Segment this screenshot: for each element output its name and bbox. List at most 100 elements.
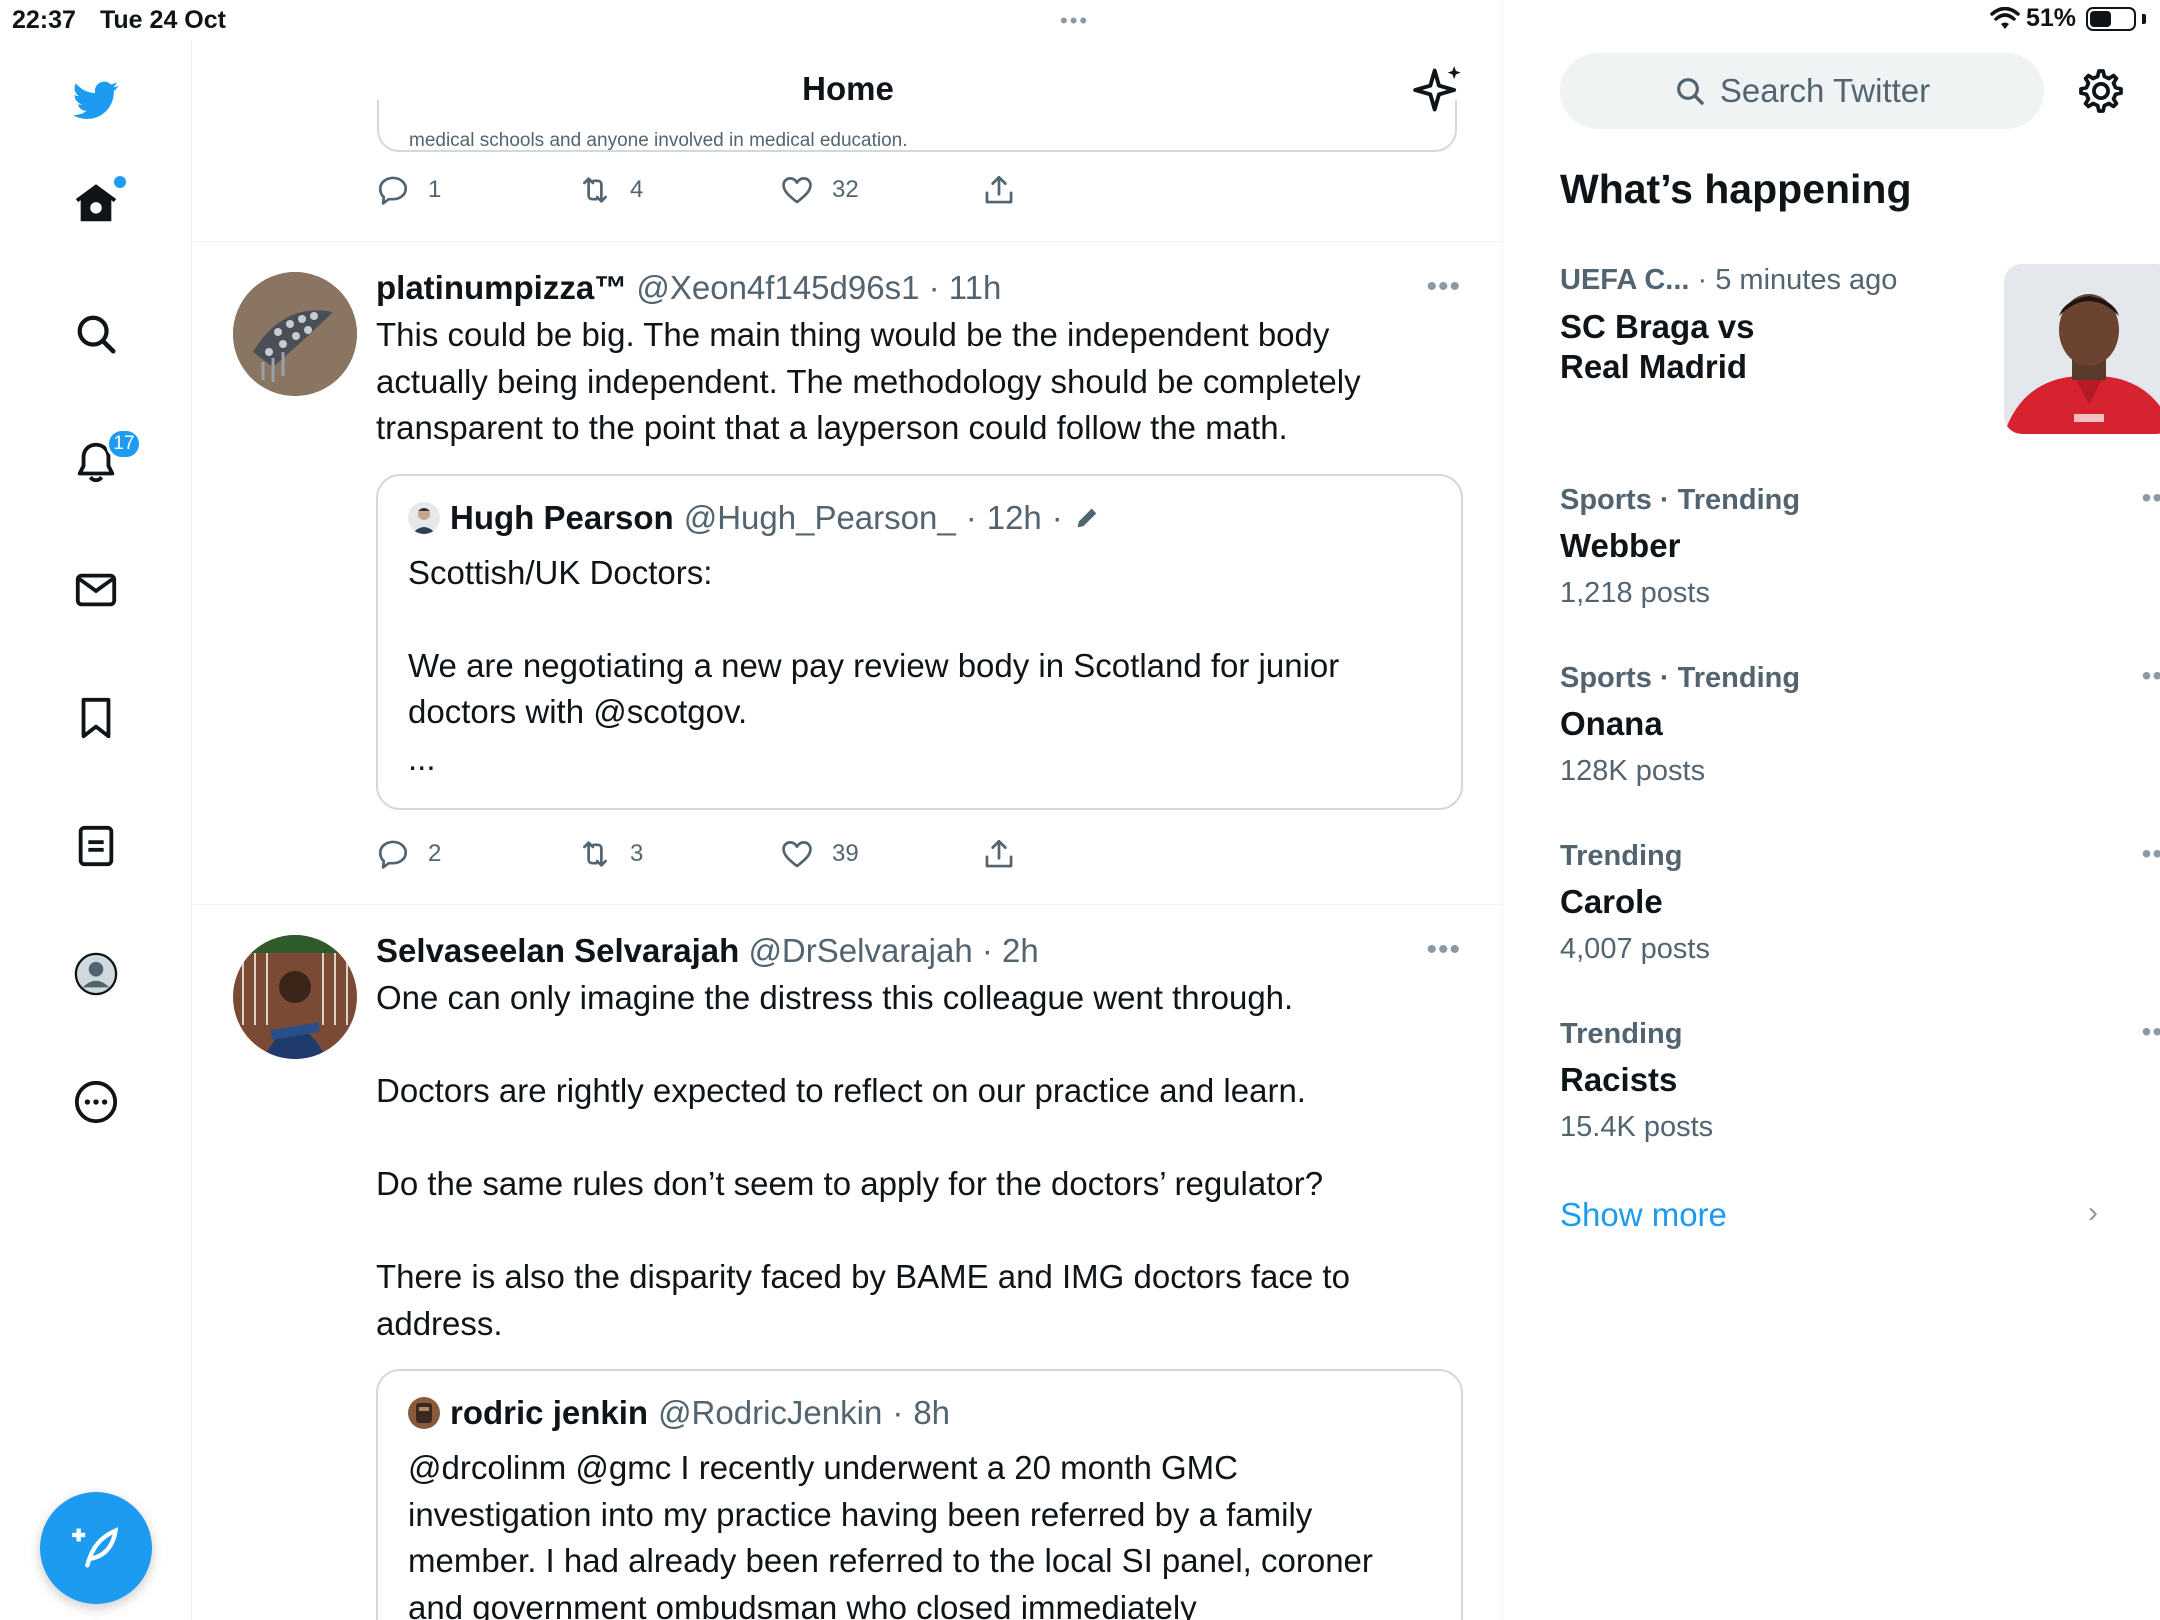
quoted-tweet-text: @drcolinm @gmc I recently underwent a 20…	[408, 1449, 1373, 1620]
trend-count: 1,218 posts	[1560, 577, 1710, 609]
battery-percent: 51%	[2025, 4, 2076, 32]
quoted-avatar	[408, 501, 440, 534]
reply-button[interactable]: 2	[376, 837, 578, 871]
quoted-tweet-fragment[interactable]: medical schools and anyone involved in m…	[377, 100, 1457, 152]
trend-more-icon[interactable]: •••	[2142, 482, 2160, 514]
trend-name: Carole	[1560, 883, 1663, 920]
featured-category: UEFA C...	[1560, 264, 1690, 296]
edited-pencil-icon	[1077, 508, 1097, 527]
quoted-author-name: rodric jenkin	[450, 1394, 649, 1431]
feather-plus-icon	[72, 1527, 119, 1568]
show-more-link[interactable]: Show more	[1560, 1196, 1727, 1234]
notifications-bell-icon[interactable]: 17	[66, 428, 142, 492]
share-button[interactable]	[982, 173, 1184, 207]
retweet-button[interactable]: 3	[578, 837, 780, 871]
search-icon	[1676, 78, 1704, 105]
gear-icon[interactable]	[2076, 66, 2126, 116]
right-sidebar: Search Twitter What’s happening UEFA C..…	[1504, 40, 2160, 1620]
bookmark-icon[interactable]	[66, 688, 126, 748]
home-icon[interactable]	[66, 174, 126, 234]
search-placeholder: Search Twitter	[1719, 72, 1931, 109]
trend-category: Trending	[1560, 1018, 1683, 1050]
tweet-more-icon[interactable]: •••	[1426, 270, 1461, 304]
trend-name: Racists	[1560, 1061, 1678, 1098]
quoted-avatar	[408, 1397, 440, 1429]
trend-item[interactable]: Trending Racists 15.4K posts •••	[1560, 1016, 2160, 1178]
left-navigation: 17	[0, 40, 192, 1620]
trend-name: Onana	[1560, 705, 1663, 742]
quoted-tweet-header: Hugh Pearson @Hugh_Pearson_ · 12h ·	[408, 498, 1431, 538]
trend-more-icon[interactable]: •••	[2142, 838, 2160, 870]
share-icon	[985, 839, 1013, 868]
trend-item[interactable]: Sports · Trending Webber 1,218 posts •••	[1560, 482, 2160, 644]
trend-more-icon[interactable]: •••	[2142, 1016, 2160, 1048]
timeline-column: Home medical schools and anyone involved…	[193, 0, 1503, 1620]
notifications-badge: 17	[106, 428, 142, 460]
twitter-logo-icon[interactable]	[66, 70, 126, 130]
chevron-right-icon[interactable]: ›	[2088, 1196, 2098, 1230]
like-button[interactable]: 32	[780, 173, 982, 207]
quoted-author-handle: @RodricJenkin	[658, 1394, 883, 1431]
share-icon	[985, 175, 1013, 204]
trend-category: Sports · Trending	[1560, 662, 1801, 694]
tweet-header: Selvaseelan Selvarajah @DrSelvarajah · 2…	[376, 932, 1039, 969]
featured-time: · 5 minutes ago	[1697, 264, 1898, 296]
tweet-time[interactable]: 2h	[1002, 932, 1039, 969]
profile-avatar-icon[interactable]	[66, 944, 126, 1004]
author-name[interactable]: Selvaseelan Selvarajah	[376, 932, 739, 969]
featured-title: SC Braga vs Real Madrid	[1560, 308, 1755, 385]
status-indicators: 51%	[1990, 4, 2146, 33]
reply-icon	[378, 176, 408, 205]
featured-image	[2004, 264, 2160, 434]
retweet-icon	[583, 841, 607, 867]
like-button[interactable]: 39	[780, 837, 982, 871]
retweet-button[interactable]: 4	[578, 173, 780, 207]
avatar[interactable]	[233, 935, 357, 1059]
trend-count: 128K posts	[1560, 755, 1706, 787]
trend-item[interactable]: Trending Carole 4,007 posts •••	[1560, 838, 2160, 1000]
retweet-icon	[583, 177, 607, 203]
reply-count: 1	[428, 176, 442, 203]
more-options-icon[interactable]	[66, 1072, 126, 1132]
reply-count: 2	[428, 840, 442, 867]
battery-icon	[2086, 6, 2136, 31]
trend-more-icon[interactable]: •••	[2142, 660, 2160, 692]
quoted-tweet-header: rodric jenkin @RodricJenkin · 8h	[408, 1393, 1431, 1433]
tweet-actions: 2 3 39	[376, 834, 1184, 874]
like-count: 39	[832, 840, 859, 867]
unread-dot	[114, 176, 126, 188]
tweet-text: This could be big. The main thing would …	[376, 316, 1361, 446]
quoted-tweet[interactable]: Hugh Pearson @Hugh_Pearson_ · 12h · Scottis…	[376, 473, 1463, 810]
quoted-tweet-text: medical schools and anyone involved in m…	[409, 130, 908, 151]
tweet-more-icon[interactable]: •••	[1426, 933, 1461, 967]
messages-envelope-icon[interactable]	[66, 560, 126, 620]
author-name[interactable]: platinumpizza™	[376, 269, 627, 306]
tweet-header: platinumpizza™ @Xeon4f145d96s1 · 11h	[376, 269, 1002, 306]
tweet-text: One can only imagine the distress this c…	[376, 979, 1350, 1342]
search-input[interactable]: Search Twitter	[1560, 53, 2044, 129]
quoted-tweet[interactable]: rodric jenkin @RodricJenkin · 8h @drcolinm…	[376, 1369, 1463, 1620]
search-icon[interactable]	[66, 304, 126, 364]
reply-button[interactable]: 1	[376, 173, 578, 207]
tweet-time[interactable]: 11h	[949, 269, 1002, 306]
quoted-tweet-time: 8h	[913, 1394, 951, 1431]
retweet-count: 4	[630, 176, 644, 203]
trend-name: Webber	[1560, 527, 1681, 564]
reply-icon	[378, 840, 408, 869]
compose-tweet-button[interactable]	[40, 1492, 152, 1604]
share-button[interactable]	[982, 837, 1184, 871]
quoted-tweet-time: 12h	[986, 498, 1042, 536]
featured-trend[interactable]: UEFA C... · 5 minutes ago SC Braga vs Re…	[1560, 264, 2160, 444]
lists-icon[interactable]	[66, 816, 126, 876]
like-count: 32	[832, 176, 859, 203]
author-handle[interactable]: @Xeon4f145d96s1	[636, 269, 919, 306]
whats-happening-heading: What’s happening	[1560, 166, 1912, 212]
avatar[interactable]	[233, 272, 357, 396]
tweet[interactable]: platinumpizza™ @Xeon4f145d96s1 · 11h Thi…	[193, 241, 1502, 904]
quoted-tweet-text: Scottish/UK Doctors: We are negotiating …	[408, 553, 1340, 777]
trend-item[interactable]: Sports · Trending Onana 128K posts •••	[1560, 660, 2160, 822]
heart-icon	[782, 841, 812, 868]
tweet[interactable]: Selvaseelan Selvarajah @DrSelvarajah · 2…	[193, 904, 1502, 1620]
trend-count: 15.4K posts	[1560, 1111, 1714, 1143]
author-handle[interactable]: @DrSelvarajah	[748, 932, 972, 969]
